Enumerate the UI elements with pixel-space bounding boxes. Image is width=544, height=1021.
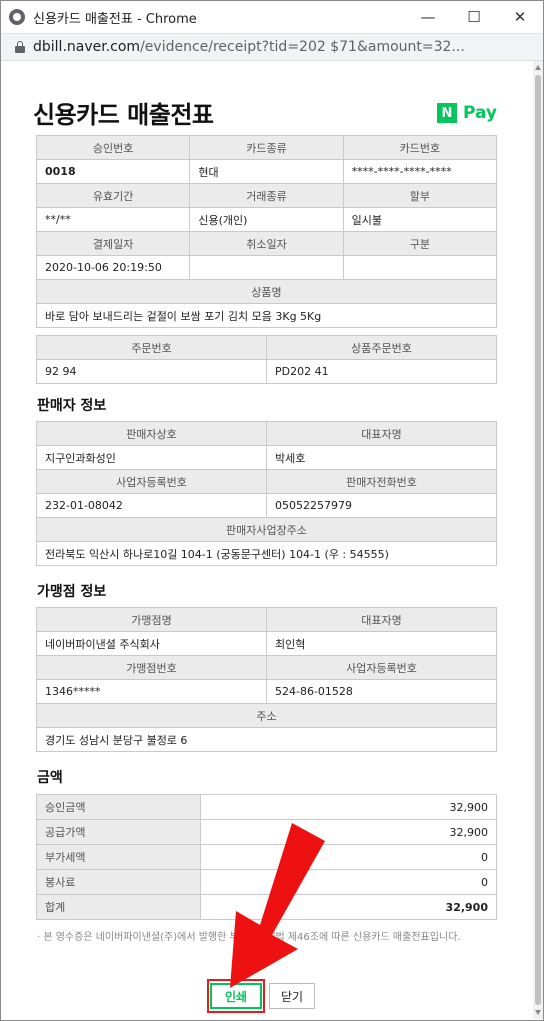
pay-date-label: 결제일자 (35, 231, 191, 256)
amount-label: 봉사료 (36, 869, 201, 895)
merchant-table: 가맹점명 대표자명 네이버파이낸셜 주식회사 최인혁 가맹점번호 사업자등록번호… (36, 607, 497, 752)
txn-type-label: 거래종류 (189, 183, 344, 208)
card-info-table: 승인번호 카드종류 카드번호 0018 현대 ****-****-****-**… (35, 135, 498, 328)
seller-address-value: 전라북도 익산시 하나로10길 104-1 (궁동문구센터) 104-1 (우 … (36, 541, 497, 566)
browser-window: 신용카드 매출전표 - Chrome — ☐ ✕ dbill.naver.com… (0, 0, 544, 1021)
merchant-address-label: 주소 (36, 703, 497, 728)
merchant-biz-no-value: 524-86-01528 (266, 679, 497, 704)
cancel-date-value (189, 255, 344, 280)
product-label: 상품명 (36, 279, 497, 304)
merchant-no-value: 1346***** (36, 679, 267, 704)
chrome-icon (9, 9, 25, 25)
url-path: /evidence/receipt?tid=202 $71&amount=32.… (140, 39, 465, 55)
expiry-label: 유효기간 (35, 183, 191, 208)
lock-icon (15, 41, 25, 53)
product-order-no-value: PD202 41 (266, 359, 497, 384)
approval-no-label: 승인번호 (35, 135, 191, 160)
merchant-heading: 가맹점 정보 (37, 584, 107, 600)
address-bar[interactable]: dbill.naver.com/evidence/receipt?tid=202… (1, 33, 543, 61)
red-arrow-icon (230, 823, 325, 988)
page-title: 신용카드 매출전표 (33, 101, 214, 129)
category-label: 구분 (342, 231, 498, 256)
card-type-label: 카드종류 (189, 135, 344, 160)
seller-name-value: 지구인과화성인 (36, 445, 267, 470)
url-host: dbill.naver.com (33, 39, 141, 55)
card-no-value: ****-****-****-**** (342, 159, 498, 184)
window-title: 신용카드 매출전표 - Chrome (33, 11, 197, 27)
scroll-thumb[interactable] (535, 75, 541, 1005)
expiry-value: **/** (35, 207, 191, 232)
amount-value: 32,900 (200, 794, 497, 820)
seller-heading: 판매자 정보 (37, 398, 107, 414)
merchant-name-label: 가맹점명 (36, 607, 267, 632)
category-value (342, 255, 498, 280)
installment-label: 할부 (342, 183, 498, 208)
pay-date-value: 2020-10-06 20:19:50 (35, 255, 191, 280)
npay-logo: N Pay (436, 103, 497, 123)
seller-biz-no-label: 사업자등록번호 (36, 469, 267, 494)
txn-type-value: 신용(개인) (189, 207, 344, 232)
merchant-ceo-value: 최인혁 (266, 631, 497, 656)
product-value: 바로 담아 보내드리는 겉절이 보쌈 포기 김치 모음 3Kg 5Kg (36, 303, 497, 328)
title-bar: 신용카드 매출전표 - Chrome — ☐ ✕ (1, 1, 543, 33)
seller-ceo-label: 대표자명 (266, 421, 497, 446)
merchant-name-value: 네이버파이낸셜 주식회사 (36, 631, 267, 656)
amount-row: 승인금액 32,900 (36, 794, 497, 820)
approval-no-value: 0018 (35, 159, 191, 184)
amount-label: 승인금액 (36, 794, 201, 820)
merchant-address-value: 경기도 성남시 분당구 불정로 6 (36, 727, 497, 752)
seller-address-label: 판매자사업장주소 (36, 517, 497, 542)
merchant-ceo-label: 대표자명 (266, 607, 497, 632)
npay-n-icon: N (436, 103, 457, 123)
seller-phone-value: 05052257979 (266, 493, 497, 518)
merchant-no-label: 가맹점번호 (36, 655, 267, 680)
product-order-no-label: 상품주문번호 (266, 335, 497, 360)
order-table: 주문번호 상품주문번호 92 94 PD202 41 (36, 335, 497, 384)
total-label: 합계 (36, 894, 201, 920)
amount-heading: 금액 (37, 770, 63, 786)
card-type-value: 현대 (189, 159, 344, 184)
amount-label: 공급가액 (36, 819, 201, 845)
maximize-button[interactable]: ☐ (451, 1, 497, 33)
seller-name-label: 판매자상호 (36, 421, 267, 446)
seller-ceo-value: 박세호 (266, 445, 497, 470)
scroll-down-arrow-icon[interactable] (535, 1010, 541, 1015)
amount-label: 부가세액 (36, 844, 201, 870)
seller-biz-no-value: 232-01-08042 (36, 493, 267, 518)
npay-pay-text: Pay (462, 103, 497, 123)
minimize-button[interactable]: — (405, 1, 451, 33)
scrollbar[interactable] (533, 61, 543, 1019)
receipt-page: 신용카드 매출전표 N Pay 승인번호 카드종류 카드번호 0018 현대 *… (5, 61, 533, 1019)
cancel-date-label: 취소일자 (189, 231, 344, 256)
installment-value: 일시불 (342, 207, 498, 232)
order-no-label: 주문번호 (36, 335, 267, 360)
order-no-value: 92 94 (36, 359, 267, 384)
seller-phone-label: 판매자전화번호 (266, 469, 497, 494)
merchant-biz-no-label: 사업자등록번호 (266, 655, 497, 680)
card-no-label: 카드번호 (342, 135, 498, 160)
seller-table: 판매자상호 대표자명 지구인과화성인 박세호 사업자등록번호 판매자전화번호 2… (36, 421, 497, 566)
close-window-button[interactable]: ✕ (497, 1, 543, 33)
url-text[interactable]: dbill.naver.com/evidence/receipt?tid=202… (33, 39, 465, 55)
scroll-up-arrow-icon[interactable] (535, 65, 541, 70)
